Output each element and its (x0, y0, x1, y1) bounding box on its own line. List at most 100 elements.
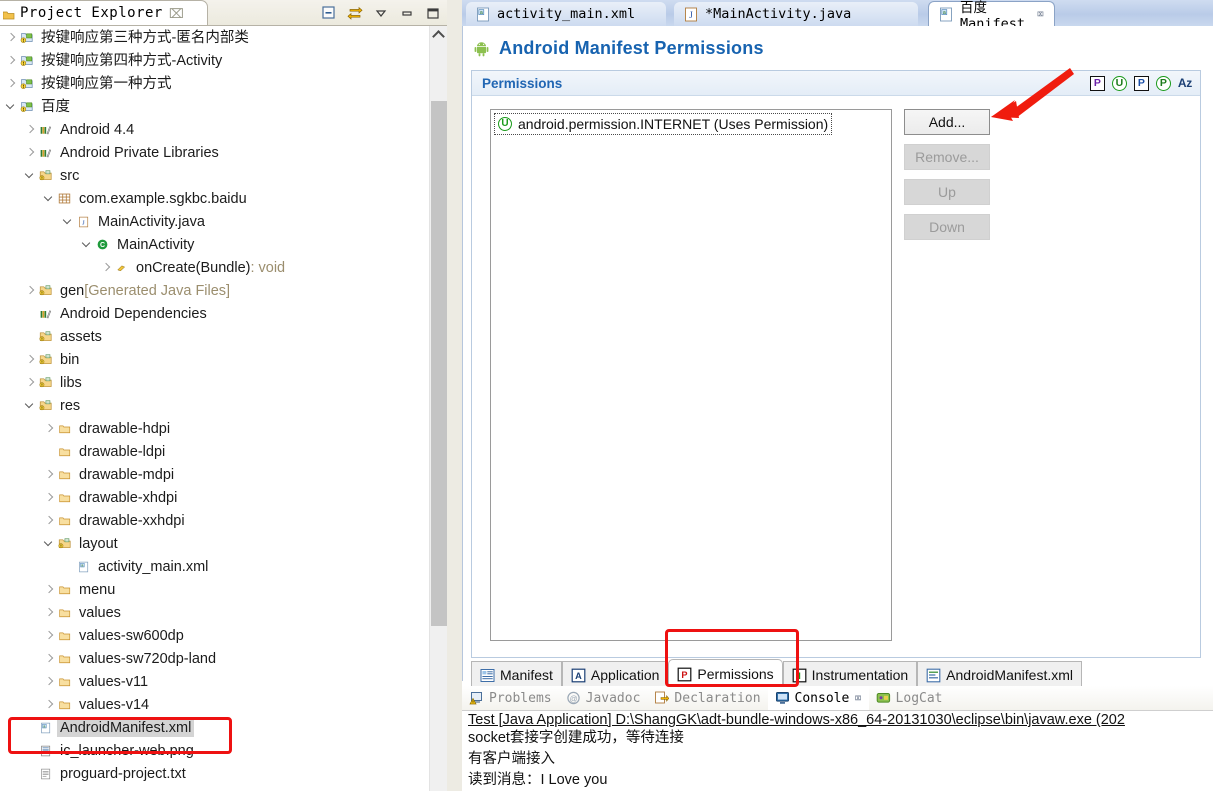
chevron-right-icon[interactable] (42, 417, 56, 440)
project-tree[interactable]: 按键响应第三种方式-匿名内部类 按键响应第四种方式-Activity 按键响应第一种… (0, 26, 430, 791)
link-with-editor-icon[interactable] (347, 5, 363, 21)
form-tab-application[interactable]: A Application (561, 661, 669, 688)
manifest-form-tabs[interactable]: Manifest A Application P Permissions I Instrum… (471, 658, 1211, 688)
maximize-icon[interactable] (425, 5, 441, 21)
console-output[interactable]: Test [Java Application] D:\ShangGK\adt-b… (468, 712, 1213, 791)
chevron-right-icon[interactable] (23, 348, 37, 371)
close-icon[interactable]: ⌧ (1037, 7, 1044, 21)
chevron-right-icon[interactable] (42, 578, 56, 601)
bottom-tab-console[interactable]: Console ⌧ (767, 686, 869, 710)
chevron-right-icon[interactable] (42, 509, 56, 532)
tree-row[interactable]: drawable-ldpi (0, 440, 430, 463)
editor-tab-3[interactable]: a 百度 Manifest ⌧ (928, 0, 1055, 32)
svg-text:a: a (480, 10, 483, 16)
form-tab-permissions[interactable]: P Permissions (668, 659, 783, 688)
tree-row[interactable]: assets (0, 325, 430, 348)
tree-row[interactable]: proguard-project.txt (0, 762, 430, 785)
chevron-right-icon[interactable] (4, 72, 18, 95)
tree-row[interactable]: drawable-hdpi (0, 417, 430, 440)
tree-row[interactable]: a activity_main.xml (0, 555, 430, 578)
tree-row[interactable]: layout (0, 532, 430, 555)
bottom-tab-declaration[interactable]: Declaration (647, 686, 767, 710)
close-icon[interactable]: ⌧ (169, 7, 184, 20)
close-icon[interactable]: ⌧ (854, 691, 861, 705)
sort-alphabetical-icon[interactable]: Az (1178, 76, 1192, 90)
tree-row[interactable]: values-v14 (0, 693, 430, 716)
uses-permission-badge-icon[interactable]: U (1111, 75, 1127, 91)
scrollbar-thumb[interactable] (431, 101, 447, 626)
tree-row[interactable]: menu (0, 578, 430, 601)
chevron-right-icon[interactable] (42, 463, 56, 486)
chevron-right-icon[interactable] (23, 141, 37, 164)
chevron-down-icon[interactable] (42, 532, 56, 555)
editor-tab-1[interactable]: a activity_main.xml (466, 2, 666, 26)
chevron-down-icon[interactable] (4, 95, 18, 118)
form-tab-instrumentation[interactable]: I Instrumentation (782, 661, 918, 688)
tree-row[interactable]: Android Dependencies (0, 302, 430, 325)
tree-row-selected[interactable]: a AndroidManifest.xml (0, 716, 430, 739)
form-tab-manifest[interactable]: Manifest (471, 661, 562, 688)
chevron-right-icon[interactable] (99, 256, 113, 279)
add-button[interactable]: Add... (904, 109, 990, 135)
tree-row[interactable]: onCreate(Bundle) : void (0, 256, 430, 279)
tree-row[interactable]: C MainActivity (0, 233, 430, 256)
chevron-down-icon[interactable] (42, 187, 56, 210)
chevron-right-icon[interactable] (42, 670, 56, 693)
tree-row[interactable]: libs (0, 371, 430, 394)
bottom-tab-javadoc[interactable]: @ Javadoc (559, 686, 648, 710)
permission-badge-icon[interactable]: P (1089, 75, 1105, 91)
view-menu-icon[interactable] (373, 5, 389, 21)
permission-group-badge-icon[interactable]: P (1133, 75, 1149, 91)
tree-row[interactable]: drawable-mdpi (0, 463, 430, 486)
tree-row[interactable]: drawable-xxhdpi (0, 509, 430, 532)
tree-row[interactable]: values-sw720dp-land (0, 647, 430, 670)
chevron-down-icon[interactable] (61, 210, 75, 233)
panel-splitter[interactable] (447, 0, 462, 791)
bottom-tab-problems[interactable]: Problems (462, 686, 559, 710)
tree-row[interactable]: 百度 (0, 95, 430, 118)
tree-row[interactable]: 按键响应第四种方式-Activity (0, 49, 430, 72)
list-item[interactable]: U android.permission.INTERNET (Uses Perm… (494, 113, 833, 135)
up-button: Up (904, 179, 990, 205)
tree-row[interactable]: values-v11 (0, 670, 430, 693)
chevron-right-icon[interactable] (23, 371, 37, 394)
chevron-right-icon[interactable] (4, 49, 18, 72)
chevron-right-icon[interactable] (23, 118, 37, 141)
tab-project-explorer[interactable]: Project Explorer ⌧ (0, 0, 208, 25)
chevron-right-icon[interactable] (23, 279, 37, 302)
chevron-down-icon[interactable] (80, 233, 94, 256)
permission-tree-badge-icon[interactable]: P (1155, 75, 1171, 91)
editor-tab-2[interactable]: J *MainActivity.java (674, 2, 918, 26)
bottom-tab-logcat[interactable]: LogCat (869, 686, 950, 710)
scroll-up-arrow-icon[interactable] (430, 26, 447, 43)
chevron-down-icon[interactable] (23, 394, 37, 417)
chevron-right-icon[interactable] (42, 647, 56, 670)
tree-row[interactable]: ic_launcher-web.png (0, 739, 430, 762)
tree-row[interactable]: gen [Generated Java Files] (0, 279, 430, 302)
xml-file-icon: a (939, 7, 953, 22)
tree-row[interactable]: com.example.sgkbc.baidu (0, 187, 430, 210)
tree-row[interactable]: res (0, 394, 430, 417)
explorer-scrollbar[interactable] (429, 26, 447, 791)
tree-row[interactable]: bin (0, 348, 430, 371)
tree-row[interactable]: 按键响应第三种方式-匿名内部类 (0, 26, 430, 49)
minimize-icon[interactable] (399, 5, 415, 21)
tree-row[interactable]: 按键响应第一种方式 (0, 72, 430, 95)
tree-row[interactable]: Android 4.4 (0, 118, 430, 141)
chevron-right-icon[interactable] (42, 601, 56, 624)
tree-row[interactable]: J MainActivity.java (0, 210, 430, 233)
collapse-all-icon[interactable] (321, 5, 337, 21)
tree-row[interactable]: values (0, 601, 430, 624)
tree-row[interactable]: src (0, 164, 430, 187)
chevron-right-icon[interactable] (4, 26, 18, 49)
tree-row[interactable]: drawable-xhdpi (0, 486, 430, 509)
tree-row[interactable]: values-sw600dp (0, 624, 430, 647)
chevron-down-icon[interactable] (23, 164, 37, 187)
permissions-list[interactable]: U android.permission.INTERNET (Uses Perm… (490, 109, 892, 641)
chevron-right-icon[interactable] (42, 486, 56, 509)
chevron-right-icon[interactable] (42, 624, 56, 647)
tree-row[interactable]: Android Private Libraries (0, 141, 430, 164)
bottom-tabstrip[interactable]: Problems @ Javadoc Declaration Console ⌧ LogCa… (462, 686, 1213, 711)
form-tab-androidmanifest-xml[interactable]: AndroidManifest.xml (917, 661, 1082, 688)
chevron-right-icon[interactable] (42, 693, 56, 716)
